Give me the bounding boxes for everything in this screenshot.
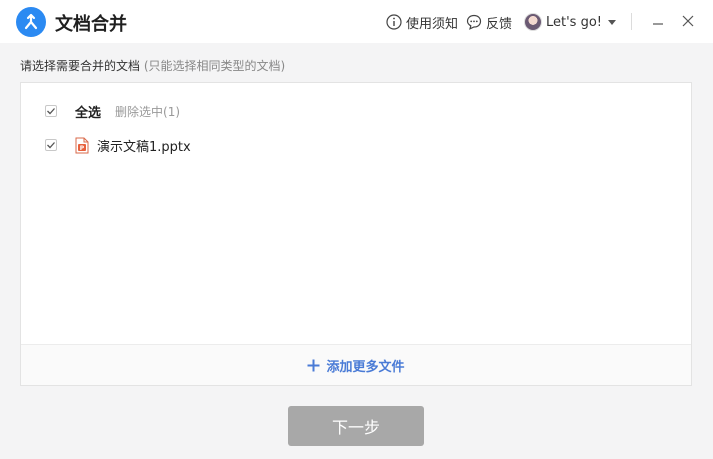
next-step-button[interactable]: 下一步 (288, 406, 424, 446)
file-checkbox[interactable] (45, 139, 57, 151)
chat-bubble-icon (466, 14, 482, 30)
minimize-button[interactable] (648, 11, 668, 31)
checkmark-icon (47, 142, 55, 149)
avatar (524, 13, 542, 31)
feedback-button[interactable]: 反馈 (466, 12, 512, 32)
file-name: 演示文稿1.pptx (97, 139, 191, 155)
panel-footer: 添加更多文件 (21, 344, 691, 385)
delete-selected-button[interactable]: 删除选中(1) (115, 103, 180, 120)
help-button[interactable]: 使用须知 (386, 12, 458, 32)
plus-icon (307, 359, 320, 371)
user-name: Let's go! (546, 14, 603, 30)
svg-text:P: P (80, 144, 85, 151)
instruction-main: 请选择需要合并的文档 (20, 59, 141, 73)
user-menu[interactable]: Let's go! (524, 12, 617, 32)
instruction-text: 请选择需要合并的文档 (只能选择相同类型的文档) (20, 57, 285, 74)
file-list-panel: 全选 删除选中(1) P 演示文稿1.pptx 添加更多文件 (20, 82, 692, 386)
select-all-checkbox[interactable] (45, 105, 57, 117)
select-all-label: 全选 (75, 105, 102, 121)
feedback-label: 反馈 (486, 16, 513, 32)
close-icon (682, 15, 694, 27)
select-all-row: 全选 删除选中(1) (45, 102, 180, 121)
close-button[interactable] (678, 11, 698, 31)
file-list-item: P 演示文稿1.pptx (45, 136, 191, 155)
app-logo-icon (16, 7, 46, 37)
help-label: 使用须知 (406, 16, 459, 32)
add-more-label: 添加更多文件 (326, 359, 405, 375)
minimize-icon (653, 23, 663, 25)
checkmark-icon (47, 108, 55, 115)
powerpoint-file-icon: P (75, 137, 89, 153)
titlebar-divider (631, 13, 632, 30)
add-more-files-button[interactable]: 添加更多文件 (307, 356, 405, 375)
info-circle-icon (386, 14, 402, 30)
title-bar: 文档合并 使用须知 反馈 Let's go! (0, 0, 713, 43)
app-title: 文档合并 (55, 14, 127, 35)
caret-down-icon (608, 19, 617, 25)
instruction-hint: (只能选择相同类型的文档) (143, 59, 286, 73)
